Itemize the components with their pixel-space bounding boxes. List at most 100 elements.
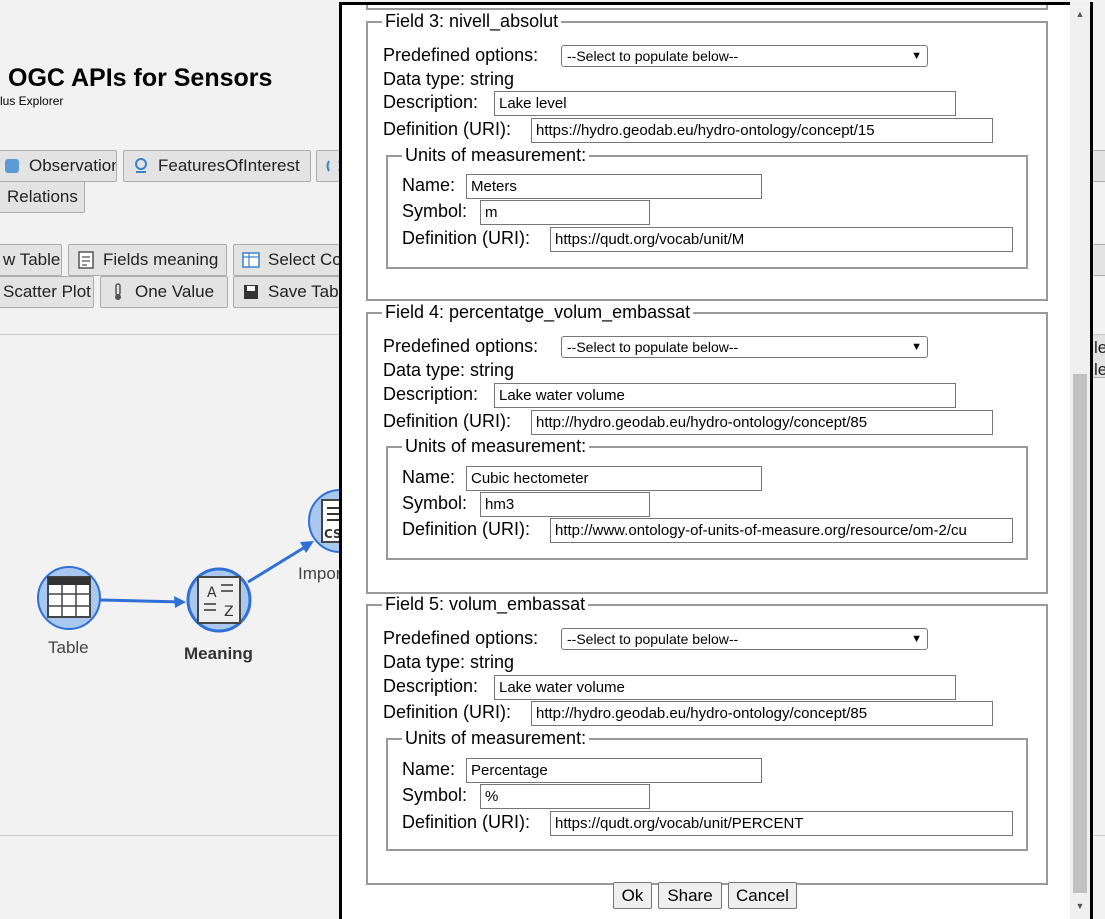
- field-5-legend: Field 5: volum_embassat: [382, 594, 589, 614]
- unit-definition-label: Definition (URI):: [402, 812, 531, 832]
- svg-text:Z: Z: [224, 604, 234, 620]
- unit-definition-input[interactable]: https://qudt.org/vocab/unit/M: [550, 227, 1013, 252]
- import-node-label: Impor: [298, 564, 342, 583]
- data-type-label: Data type: string: [383, 69, 515, 89]
- unit-symbol-input[interactable]: m: [480, 200, 650, 225]
- chevron-down-icon: ▼: [911, 341, 922, 353]
- predefined-options-select[interactable]: --Select to populate below-- ▼: [561, 628, 928, 650]
- field-meaning-dialog: Field 3: nivell_absolut Predefined optio…: [339, 2, 1093, 919]
- predefined-options-label: Predefined options:: [383, 628, 539, 648]
- chevron-down-icon: ▼: [911, 633, 922, 645]
- description-label: Description:: [383, 676, 479, 696]
- unit-definition-input[interactable]: http://www.ontology-of-units-of-measure.…: [550, 518, 1013, 543]
- observations-button[interactable]: Observations: [0, 150, 117, 182]
- save-table-label: Save Tab: [268, 282, 339, 301]
- unit-definition-label: Definition (URI):: [402, 228, 531, 248]
- unit-name-label: Name:: [402, 467, 456, 487]
- app-title: OGC APIs for Sensors: [8, 64, 273, 92]
- select-columns-label: Select Co: [268, 250, 342, 269]
- predefined-options-label: Predefined options:: [383, 45, 539, 65]
- right-edge-fragment: le: [1094, 338, 1105, 357]
- unit-definition-input[interactable]: https://qudt.org/vocab/unit/PERCENT: [550, 811, 1013, 836]
- meaning-node-icon[interactable]: A Z: [186, 567, 252, 633]
- fields-meaning-button[interactable]: Fields meaning: [68, 244, 227, 276]
- definition-label: Definition (URI):: [383, 119, 512, 139]
- fields-meaning-label: Fields meaning: [103, 250, 219, 269]
- share-button[interactable]: Share: [658, 882, 722, 909]
- field-2-fieldset-bottom: [366, 5, 1048, 10]
- description-input[interactable]: Lake water volume: [494, 675, 956, 700]
- meaning-node-label: Meaning: [184, 644, 253, 663]
- definition-input[interactable]: http://hydro.geodab.eu/hydro-ontology/co…: [531, 701, 993, 726]
- unit-name-input[interactable]: Percentage: [466, 758, 762, 783]
- predefined-options-value: --Select to populate below--: [567, 631, 739, 647]
- unit-name-label: Name:: [402, 759, 456, 779]
- chevron-down-icon: ▼: [911, 50, 922, 62]
- description-input[interactable]: Lake water volume: [494, 383, 956, 408]
- unit-symbol-label: Symbol:: [402, 201, 468, 221]
- units-legend: Units of measurement:: [402, 728, 590, 748]
- scroll-thumb[interactable]: [1073, 374, 1087, 893]
- definition-label: Definition (URI):: [383, 411, 512, 431]
- relations-button[interactable]: Relations: [0, 181, 85, 213]
- definition-input[interactable]: https://hydro.geodab.eu/hydro-ontology/c…: [531, 118, 993, 143]
- edge-arrow-head: [174, 596, 186, 608]
- field-4-fieldset: Field 4: percentatge_volum_embassat Pred…: [366, 302, 1048, 594]
- units-legend: Units of measurement:: [402, 145, 590, 165]
- scatter-plot-label: Scatter Plot: [3, 282, 91, 301]
- predefined-options-label: Predefined options:: [383, 336, 539, 356]
- table-node-label: Table: [48, 638, 89, 657]
- select-columns-button[interactable]: Select Co: [233, 244, 343, 276]
- description-label: Description:: [383, 384, 479, 404]
- units-legend: Units of measurement:: [402, 436, 590, 456]
- observations-icon: [3, 157, 21, 175]
- map-pin-icon: [132, 157, 150, 175]
- one-value-button[interactable]: One Value: [100, 276, 228, 308]
- one-value-label: One Value: [135, 282, 215, 301]
- cancel-button[interactable]: Cancel: [728, 882, 797, 909]
- units-fieldset: Units of measurement: Name: Meters Symbo…: [386, 145, 1028, 269]
- features-of-interest-button[interactable]: FeaturesOfInterest: [123, 150, 311, 182]
- save-table-button[interactable]: Save Tab: [233, 276, 343, 308]
- unit-symbol-label: Symbol:: [402, 493, 468, 513]
- description-input[interactable]: Lake level: [494, 91, 956, 116]
- features-of-interest-label: FeaturesOfInterest: [158, 156, 300, 175]
- fields-meaning-icon: [77, 251, 95, 269]
- definition-label: Definition (URI):: [383, 702, 512, 722]
- scroll-up-icon[interactable]: ▲: [1074, 8, 1086, 20]
- edge-arrow-head-2: [300, 541, 314, 553]
- table-node-icon[interactable]: [37, 566, 101, 630]
- unit-name-input[interactable]: Cubic hectometer: [466, 466, 762, 491]
- view-table-label: w Table: [3, 250, 61, 269]
- predefined-options-select[interactable]: --Select to populate below-- ▼: [561, 336, 928, 358]
- thermometer-icon: [109, 283, 127, 301]
- edge-table-meaning: [99, 598, 183, 604]
- unit-symbol-label: Symbol:: [402, 785, 468, 805]
- unit-symbol-input[interactable]: %: [480, 784, 650, 809]
- definition-input[interactable]: http://hydro.geodab.eu/hydro-ontology/co…: [531, 410, 993, 435]
- scatter-plot-button[interactable]: Scatter Plot: [0, 276, 94, 308]
- predefined-options-value: --Select to populate below--: [567, 48, 739, 64]
- predefined-options-select[interactable]: --Select to populate below-- ▼: [561, 45, 928, 67]
- data-type-label: Data type: string: [383, 652, 515, 672]
- field-3-fieldset: Field 3: nivell_absolut Predefined optio…: [366, 11, 1048, 301]
- view-table-button[interactable]: w Table: [0, 244, 62, 276]
- svg-text:A: A: [207, 585, 217, 601]
- field-4-legend: Field 4: percentatge_volum_embassat: [382, 302, 694, 322]
- units-fieldset: Units of measurement: Name: Percentage S…: [386, 728, 1028, 851]
- field-3-legend: Field 3: nivell_absolut: [382, 11, 562, 31]
- field-5-fieldset: Field 5: volum_embassat Predefined optio…: [366, 594, 1048, 885]
- ok-button[interactable]: Ok: [613, 882, 652, 909]
- data-type-label: Data type: string: [383, 360, 515, 380]
- relations-label: Relations: [7, 187, 78, 206]
- right-edge-fragment-2: le: [1094, 360, 1105, 379]
- unit-name-input[interactable]: Meters: [466, 174, 762, 199]
- observations-label: Observations: [29, 156, 116, 175]
- save-icon: [242, 283, 260, 301]
- unit-symbol-input[interactable]: hm3: [480, 492, 650, 517]
- scroll-down-icon[interactable]: ▼: [1074, 900, 1086, 912]
- unit-name-label: Name:: [402, 175, 456, 195]
- app-subtitle: lus Explorer: [0, 94, 64, 108]
- dialog-scrollbar[interactable]: ▲ ▼: [1070, 2, 1090, 919]
- predefined-options-value: --Select to populate below--: [567, 339, 739, 355]
